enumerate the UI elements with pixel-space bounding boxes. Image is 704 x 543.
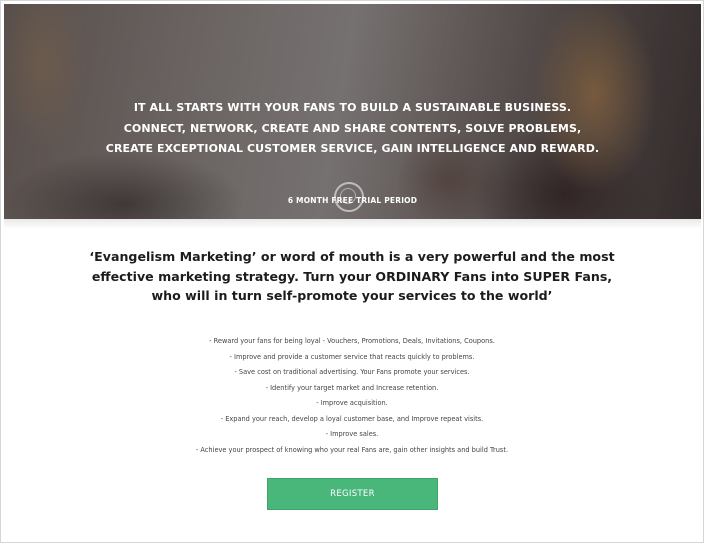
- hero-line-2: CONNECT, NETWORK, CREATE AND SHARE CONTE…: [123, 121, 582, 135]
- list-item: - Expand your reach, develop a loyal cus…: [220, 414, 484, 423]
- list-item: - Identify your target market and Increa…: [265, 383, 439, 392]
- hero-shadow: [4, 219, 701, 229]
- list-item: - Improve sales.: [325, 430, 379, 439]
- page-frame: IT ALL STARTS WITH YOUR FANS TO BUILD A …: [0, 0, 704, 543]
- headline-line-2: effective marketing strategy. Turn your …: [91, 268, 613, 284]
- headline-line-3: who will in turn self-promote your servi…: [151, 288, 553, 303]
- list-item: - Save cost on traditional advertising. …: [234, 368, 470, 377]
- list-item: - Reward your fans for being loyal - Vou…: [209, 337, 495, 345]
- hero-line-1: IT ALL STARTS WITH YOUR FANS TO BUILD A …: [133, 101, 572, 114]
- benefits-list: - Reward your fans for being loyal - Vou…: [1, 334, 703, 458]
- trial-period: 6 MONTH FREE TRIAL PERIOD: [4, 190, 701, 208]
- headline-line-1: ‘Evangelism Marketing’ or word of mouth …: [89, 249, 615, 264]
- hero-banner: IT ALL STARTS WITH YOUR FANS TO BUILD A …: [4, 4, 701, 219]
- hero-line-3: CREATE EXCEPTIONAL CUSTOMER SERVICE, GAI…: [105, 142, 600, 155]
- hero-tagline: IT ALL STARTS WITH YOUR FANS TO BUILD A …: [4, 98, 701, 160]
- list-item: - Improve and provide a customer service…: [229, 352, 475, 361]
- list-item: - Achieve your prospect of knowing who y…: [195, 445, 509, 454]
- headline: ‘Evangelism Marketing’ or word of mouth …: [1, 247, 703, 306]
- register-button[interactable]: REGISTER: [267, 478, 438, 510]
- list-item: - Improve acquisition.: [316, 399, 388, 408]
- trial-period-label: 6 MONTH FREE TRIAL PERIOD: [287, 196, 418, 205]
